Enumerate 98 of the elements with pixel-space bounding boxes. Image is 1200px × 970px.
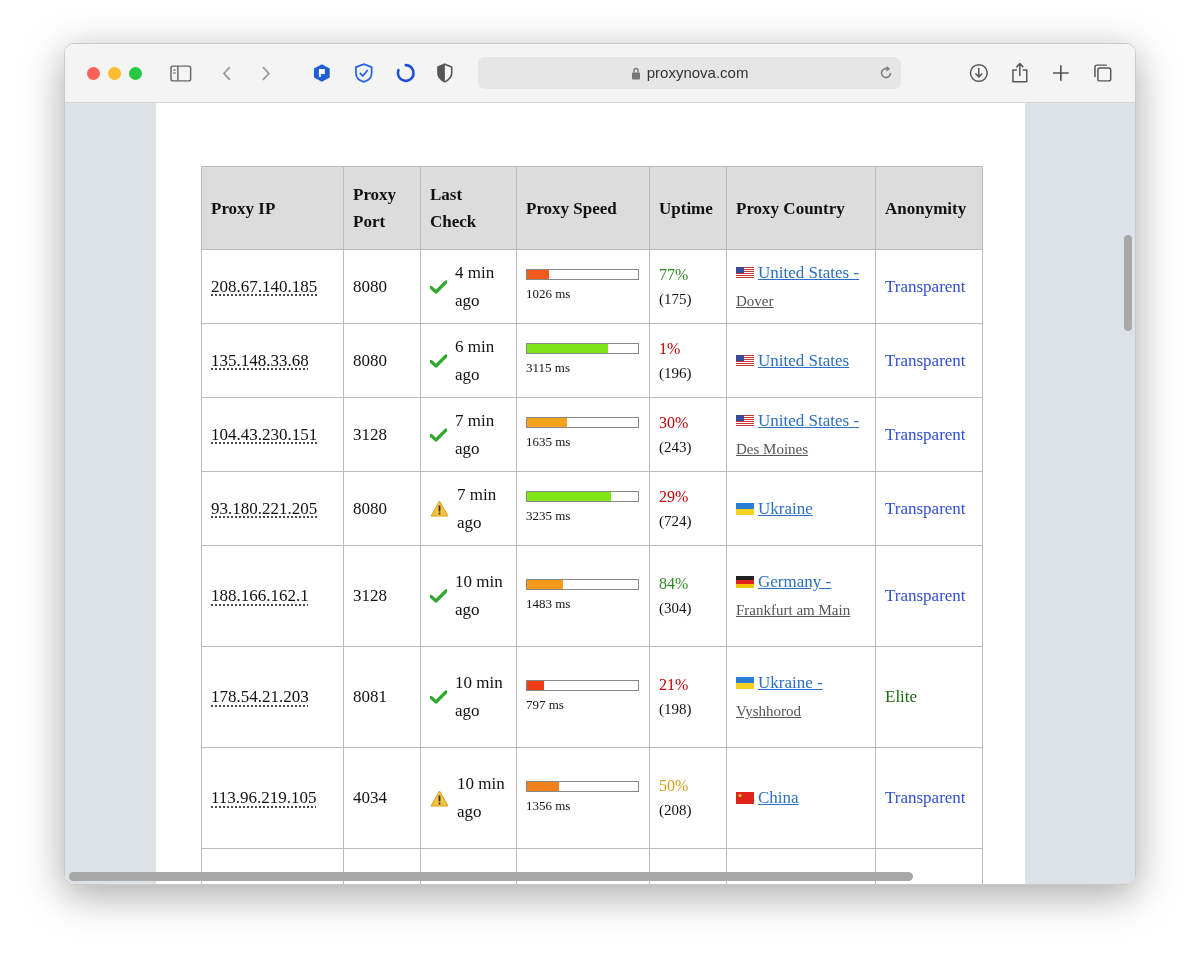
city-link[interactable]: Frankfurt am Main (736, 596, 866, 624)
uptime-count: (175) (659, 289, 693, 309)
checkmark-icon (430, 353, 447, 368)
uptime-percent: 1% (659, 338, 681, 359)
warning-icon (430, 500, 449, 517)
download-icon[interactable] (969, 63, 989, 83)
column-header: Proxy Port (343, 166, 421, 250)
shield-check-icon[interactable] (352, 62, 375, 84)
sidebar-icon[interactable] (170, 64, 192, 82)
tabs-icon[interactable] (1093, 63, 1113, 83)
ip-address: 178.54.21.203 (211, 687, 309, 707)
flag-icon (736, 576, 754, 588)
speed-reading: 1635 ms (526, 433, 572, 452)
speed-reading: 1026 ms (526, 285, 572, 304)
checkmark-icon (430, 279, 447, 294)
column-header: Uptime (649, 166, 727, 250)
flag-icon (736, 354, 754, 367)
last-check-time: 7 min ago (455, 409, 496, 460)
uptime-count: (208) (659, 801, 693, 820)
flag-icon (736, 677, 754, 689)
city-link[interactable]: Dover (736, 286, 866, 315)
speed-reading: 3115 ms (526, 359, 571, 378)
plus-icon[interactable] (1051, 64, 1070, 82)
last-check-time: 6 min ago (455, 335, 496, 386)
column-header: Proxy IP (201, 166, 344, 250)
anonymity-level: Elite (885, 687, 918, 707)
table-cell: 8080 (343, 323, 421, 398)
table-cell: 8080 (343, 471, 421, 546)
speed-reading: 1356 ms (526, 796, 572, 815)
table-cell: 8081 (343, 646, 421, 748)
column-header: Anonymity (875, 166, 983, 250)
flag-icon (736, 502, 754, 515)
close-button[interactable] (87, 66, 100, 80)
uptime-count: (198) (659, 700, 693, 719)
column-header: Proxy Speed (516, 166, 650, 250)
anonymity-level: Transparent (885, 788, 966, 808)
ip-address: 188.166.162.1 (211, 586, 309, 606)
flag-icon (736, 792, 754, 804)
country-link[interactable]: Germany - (758, 568, 832, 596)
anonymity-level: Transparent (885, 586, 966, 606)
last-check-time: 10 min ago (455, 571, 504, 621)
back-icon[interactable] (221, 64, 232, 82)
checkmark-icon (430, 427, 447, 442)
country-link[interactable]: Ukraine - (758, 669, 823, 697)
shield-icon[interactable] (436, 63, 454, 83)
column-header: Proxy Country (726, 166, 876, 250)
checkmark-icon (430, 690, 447, 704)
country-link[interactable]: United States - (758, 258, 860, 287)
speed-reading: 1483 ms (526, 594, 572, 613)
checkmark-icon (430, 589, 447, 603)
ip-address: 135.148.33.68 (211, 350, 309, 370)
uptime-percent: 77% (659, 264, 689, 285)
flag-icon (736, 266, 754, 279)
uptime-count: (304) (659, 599, 693, 618)
uptime-percent: 84% (659, 574, 689, 594)
warning-icon (430, 789, 449, 807)
uptime-percent: 21% (659, 675, 689, 695)
share-icon[interactable] (1011, 62, 1029, 84)
ip-address: 104.43.230.151 (211, 424, 318, 444)
speed-reading: 797 ms (526, 695, 565, 714)
address-bar[interactable]: proxynova.com (477, 57, 902, 89)
url-text: proxynova.com (646, 62, 749, 83)
anonymity-level: Transparent (885, 276, 966, 296)
country-link[interactable]: Ukraine (758, 494, 813, 523)
column-header: Last Check (420, 166, 517, 250)
country-link[interactable]: China (758, 784, 799, 812)
last-check-time: 10 min ago (455, 672, 504, 722)
last-check-time: 10 min ago (457, 773, 506, 823)
anonymity-level: Transparent (885, 424, 966, 444)
table-cell: 3128 (343, 397, 421, 472)
uptime-percent: 30% (659, 412, 689, 433)
table-cell: 3128 (343, 545, 421, 647)
uptime-percent: 50% (659, 776, 689, 796)
spinner-icon[interactable] (394, 62, 417, 84)
city-link[interactable]: Vyshhorod (736, 697, 866, 725)
table-cell: 8080 (343, 249, 421, 324)
horizontal-scrollbar-thumb[interactable] (69, 872, 913, 881)
last-check-time: 7 min ago (457, 483, 498, 534)
uptime-percent: 29% (659, 486, 689, 507)
speed-reading: 3235 ms (526, 507, 572, 526)
anonymity-level: Transparent (885, 350, 966, 370)
uptime-count: (196) (659, 363, 693, 383)
uptime-count: (243) (659, 437, 693, 457)
ip-address: 93.180.221.205 (211, 498, 318, 518)
ip-address: 113.96.219.105 (211, 788, 317, 808)
last-check-time: 4 min ago (455, 261, 496, 312)
table-cell: 4034 (343, 747, 421, 849)
city-link[interactable]: Des Moines (736, 434, 866, 463)
vertical-scrollbar-thumb[interactable] (1124, 235, 1132, 331)
lock-icon (630, 66, 641, 80)
reload-icon[interactable] (879, 66, 894, 80)
anonymity-level: Transparent (885, 498, 966, 518)
uptime-count: (724) (659, 511, 693, 531)
country-link[interactable]: United States - (758, 406, 860, 435)
forward-icon[interactable] (261, 64, 272, 82)
flag-icon (736, 414, 754, 427)
ip-address: 208.67.140.185 (211, 276, 318, 296)
hexagon-icon[interactable] (313, 63, 331, 83)
